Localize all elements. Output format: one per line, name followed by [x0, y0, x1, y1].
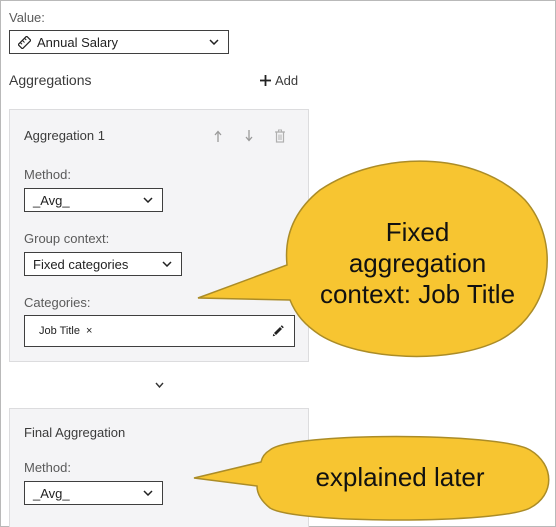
callout-text-explained-later: explained later [315, 462, 485, 492]
callout-text-fixed-context: Fixed aggregation context: Job Title [300, 217, 535, 310]
callout-line-1: Fixed [385, 217, 450, 247]
callout-line-3: context: Job Title [319, 279, 516, 309]
callout-line-2: aggregation [348, 248, 487, 278]
